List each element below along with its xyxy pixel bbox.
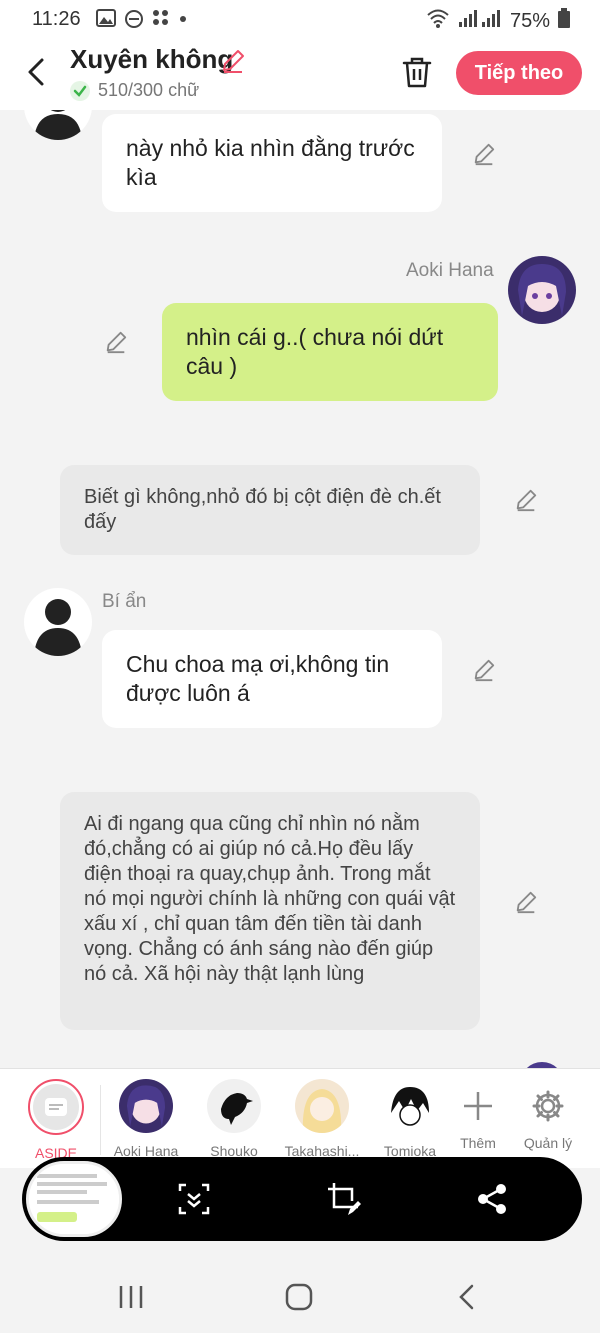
app-grid-icon (152, 9, 170, 35)
next-button[interactable]: Tiếp theo (456, 51, 582, 95)
wifi-icon (426, 8, 450, 34)
edit-message-2-button[interactable] (104, 330, 128, 354)
check-icon (70, 80, 90, 101)
home-icon (285, 1283, 313, 1311)
crop-edit-button[interactable] (326, 1181, 362, 1217)
edit-message-3-button[interactable] (514, 488, 538, 512)
pencil-icon (516, 489, 537, 512)
dot-icon (178, 9, 188, 35)
story-title[interactable]: Xuyên không (70, 44, 233, 75)
recent-apps-button[interactable] (116, 1282, 146, 1312)
message-bubble-4[interactable]: Chu choa mạ ơi,không tin được luôn á (102, 630, 442, 728)
signal-icon (458, 8, 502, 34)
status-time: 11:26 (32, 8, 81, 30)
crow-icon (221, 1093, 253, 1125)
silhouette-icon (34, 599, 82, 656)
manage-button[interactable]: Quản lý (508, 1079, 588, 1151)
character-aside[interactable]: ASIDE (16, 1079, 96, 1161)
scroll-capture-button[interactable] (176, 1181, 212, 1217)
pencil-icon (474, 143, 495, 166)
pencil-icon (516, 891, 537, 914)
aside-bubble-1[interactable]: Biết gì không,nhỏ đó bị cột điện đè ch.ế… (60, 465, 480, 555)
pencil-icon (474, 659, 495, 682)
edit-message-1-button[interactable] (472, 142, 496, 166)
aside-text-2: Ai đi ngang qua cũng chỉ nhìn nó nằm đó,… (84, 813, 456, 985)
gallery-icon (96, 9, 116, 35)
character-bar: ASIDE Aoki Hana Shouko Takahashi... Tomi… (0, 1068, 600, 1168)
chat-area[interactable]: này nhỏ kia nhìn đằng trước kìa Aoki Han… (0, 110, 600, 1068)
pencil-icon (223, 50, 244, 73)
message-text-2: nhìn cái g..( chưa nói dứt câu ) (186, 324, 444, 379)
add-character-button[interactable]: Thêm (438, 1079, 518, 1151)
aside-bubble-2[interactable]: Ai đi ngang qua cũng chỉ nhìn nó nằm đó,… (60, 792, 480, 1030)
manage-label: Quản lý (523, 1135, 573, 1151)
crow-avatar (207, 1079, 261, 1133)
back-button[interactable] (22, 54, 52, 90)
status-bar: 11:26 75% (0, 0, 600, 38)
delete-button[interactable] (400, 54, 434, 90)
message-text-1: này nhỏ kia nhìn đằng trước kìa (126, 135, 415, 190)
word-count-text: 510/300 chữ (98, 80, 200, 100)
blonde-avatar (295, 1079, 349, 1133)
back-icon (459, 1284, 474, 1310)
screenshot-toolbar (22, 1157, 582, 1241)
avatar-aoki-hana[interactable] (508, 256, 576, 324)
character-shouko[interactable]: Shouko (194, 1079, 274, 1159)
edit-message-5-button[interactable] (514, 890, 538, 914)
message-bubble-1[interactable]: này nhỏ kia nhìn đằng trước kìa (102, 114, 442, 212)
home-button[interactable] (284, 1282, 314, 1312)
character-takahashi[interactable]: Takahashi... (282, 1079, 362, 1159)
avatar-aoki-hana-thumb (119, 1079, 173, 1133)
message-bubble-2[interactable]: nhìn cái g..( chưa nói dứt câu ) (162, 303, 498, 401)
do-not-disturb-icon (124, 9, 144, 35)
avatar-bi-an[interactable] (24, 110, 92, 140)
navigation-bar (0, 1258, 600, 1333)
trash-icon (402, 57, 432, 88)
aside-text-1: Biết gì không,nhỏ đó bị cột điện đè ch.ế… (84, 486, 441, 533)
message-text-4: Chu choa mạ ơi,không tin được luôn á (126, 651, 390, 706)
character-aoki-hana[interactable]: Aoki Hana (106, 1079, 186, 1159)
sender-name-bi-an: Bí ẩn (102, 591, 147, 612)
word-count: 510/300 chữ (70, 80, 199, 101)
plus-icon (464, 1092, 492, 1120)
system-back-button[interactable] (452, 1282, 482, 1312)
anime-girl-avatar-icon (508, 256, 576, 324)
recent-apps-icon (119, 1286, 143, 1308)
chevron-left-icon (28, 58, 44, 86)
silhouette-icon (34, 110, 82, 140)
add-character-label: Thêm (460, 1135, 496, 1151)
avatar-bi-an-2[interactable] (24, 588, 92, 656)
share-icon (478, 1184, 506, 1214)
sender-name-aoki: Aoki Hana (406, 260, 494, 281)
screenshot-thumbnail[interactable] (26, 1161, 122, 1237)
gear-icon (532, 1090, 564, 1122)
crop-icon (328, 1183, 361, 1215)
pencil-icon (106, 331, 127, 354)
header: Xuyên không 510/300 chữ Tiếp theo (0, 38, 600, 110)
scroll-capture-icon (178, 1183, 210, 1215)
battery-icon (558, 8, 570, 34)
edit-message-4-button[interactable] (472, 658, 496, 682)
aside-icon (28, 1079, 84, 1135)
manga-avatar (383, 1079, 437, 1133)
divider (100, 1085, 101, 1155)
edit-title-button[interactable] (220, 48, 246, 74)
battery-percent: 75% (509, 9, 550, 32)
share-button[interactable] (474, 1181, 510, 1217)
